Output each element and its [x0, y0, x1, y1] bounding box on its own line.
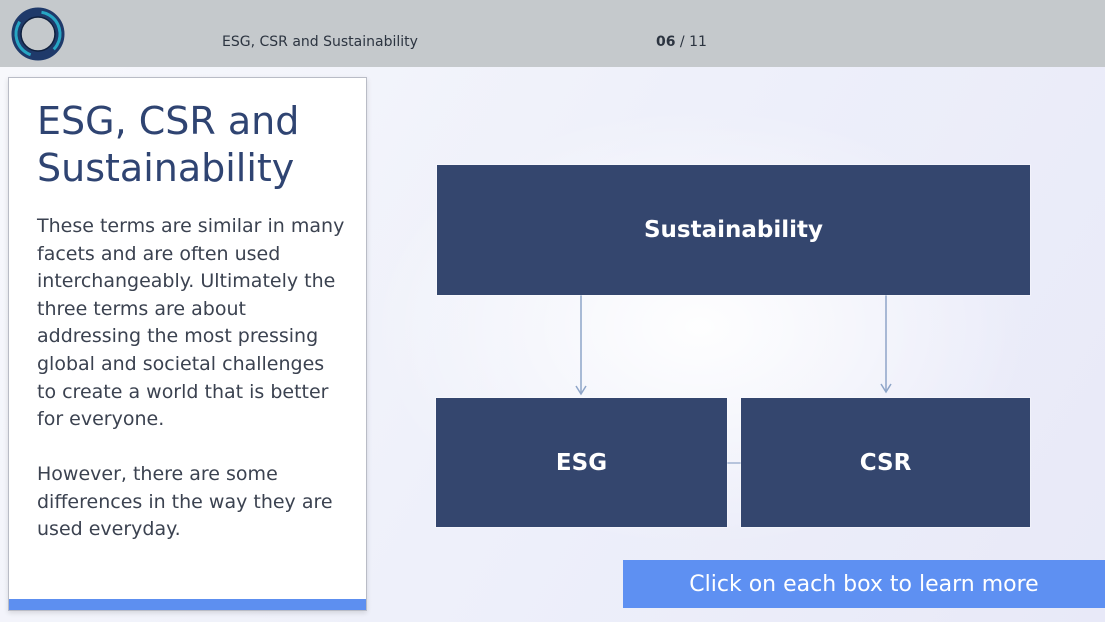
info-card: ESG, CSR and Sustainability These terms … [8, 77, 367, 611]
learn-more-banner: Click on each box to learn more [623, 560, 1105, 608]
top-bar: ESG, CSR and Sustainability 06 / 11 [0, 0, 1105, 67]
page-separator: / [675, 34, 690, 50]
page-total: 11 [689, 34, 707, 50]
learn-more-label: Click on each box to learn more [689, 571, 1039, 597]
course-title: ESG, CSR and Sustainability [222, 34, 418, 50]
intro-paragraph: These terms are similar in many facets a… [37, 215, 345, 431]
sustainability-box[interactable]: Sustainability [437, 165, 1030, 295]
esg-box-label: ESG [555, 449, 608, 476]
csr-box-label: CSR [859, 449, 912, 476]
page-current: 06 [656, 34, 676, 50]
page-counter: 06 / 11 [656, 33, 707, 51]
differences-paragraph: However, there are some differences in t… [37, 463, 333, 541]
sustainability-box-label: Sustainability [643, 217, 824, 243]
card-accent-bar [9, 599, 366, 610]
ring-logo-icon[interactable] [11, 7, 65, 61]
esg-box[interactable]: ESG [436, 398, 727, 527]
slide-title: ESG, CSR and Sustainability [37, 99, 300, 190]
csr-box[interactable]: CSR [741, 398, 1030, 527]
